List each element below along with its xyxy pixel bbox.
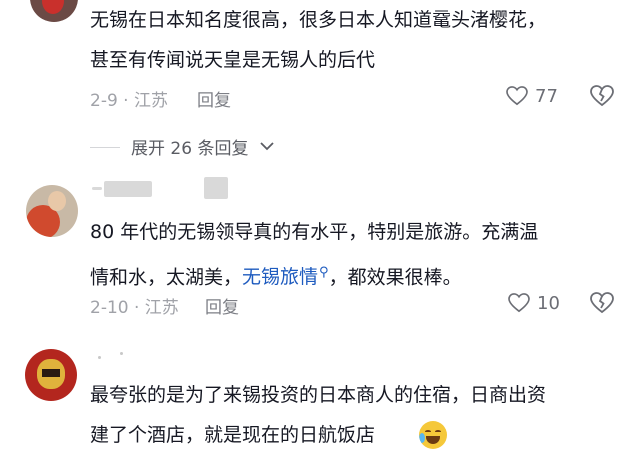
rofl-emoji-icon: [419, 421, 447, 449]
blurred-username: [104, 181, 152, 197]
reply-button[interactable]: 回复: [197, 86, 231, 111]
broken-heart-icon[interactable]: [590, 292, 614, 314]
heart-icon[interactable]: [506, 86, 528, 106]
blurred-username: [92, 187, 102, 190]
expand-replies-button[interactable]: 展开 26 条回复: [131, 134, 248, 159]
like-count: 77: [535, 86, 558, 107]
reply-button[interactable]: 回复: [205, 293, 239, 318]
comment-text: 情和水，太湖美，无锡旅情⚲，都效果很棒。: [90, 265, 462, 289]
search-link[interactable]: 无锡旅情⚲: [242, 265, 329, 288]
avatar[interactable]: [30, 0, 78, 22]
divider: [90, 147, 120, 148]
comment-text: 80 年代的无锡领导真的有水平，特别是旅游。充满温: [90, 221, 539, 243]
comment-text: 无锡在日本知名度很高，很多日本人知道鼋头渚樱花，: [90, 9, 547, 31]
blurred-username: [120, 352, 123, 355]
like-count: 10: [537, 293, 560, 314]
blurred-username: [204, 177, 228, 199]
heart-icon[interactable]: [508, 293, 530, 313]
avatar[interactable]: [25, 349, 77, 401]
comment-meta: 2-9 · 江苏: [90, 91, 168, 111]
broken-heart-icon[interactable]: [590, 85, 614, 107]
chevron-down-icon[interactable]: [259, 139, 275, 153]
comment-meta: 2-10 · 江苏: [90, 298, 179, 318]
search-icon: ⚲: [319, 265, 329, 280]
avatar[interactable]: [26, 185, 78, 237]
comment-text: 最夸张的是为了来锡投资的日本商人的住宿，日商出资: [90, 384, 547, 406]
blurred-username: [98, 356, 101, 359]
comment-text: 甚至有传闻说天皇是无锡人的后代: [90, 49, 376, 71]
comment-text: 建了个酒店，就是现在的日航饭店: [90, 424, 376, 446]
